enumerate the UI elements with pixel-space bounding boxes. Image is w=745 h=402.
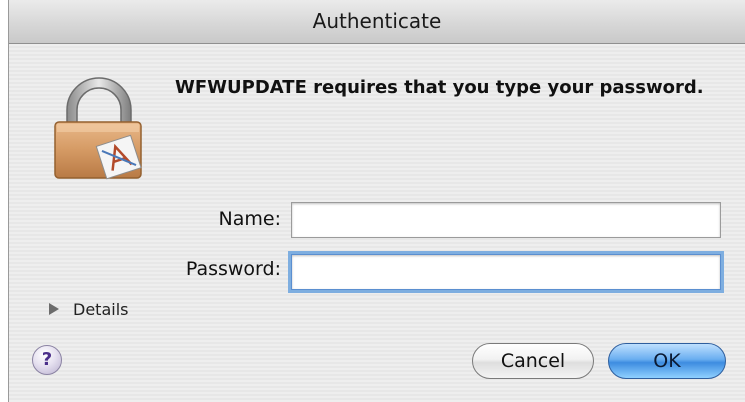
ok-button[interactable]: OK: [608, 343, 726, 379]
authenticate-dialog: Authenticate WFWUPDATE requires that you…: [8, 0, 745, 402]
title-bar[interactable]: Authenticate: [9, 0, 745, 44]
password-label: Password:: [185, 258, 281, 280]
disclosure-triangle-icon[interactable]: [49, 303, 59, 315]
password-field[interactable]: [291, 254, 721, 290]
details-disclosure[interactable]: Details: [49, 297, 128, 321]
auth-message: WFWUPDATE requires that you type your pa…: [175, 77, 704, 98]
help-button[interactable]: ?: [32, 345, 62, 375]
window-title: Authenticate: [312, 9, 442, 33]
name-field[interactable]: [291, 202, 721, 238]
lock-icon: [54, 77, 142, 180]
details-label: Details: [73, 299, 129, 319]
cancel-button[interactable]: Cancel: [472, 343, 594, 379]
name-label: Name:: [218, 208, 281, 230]
